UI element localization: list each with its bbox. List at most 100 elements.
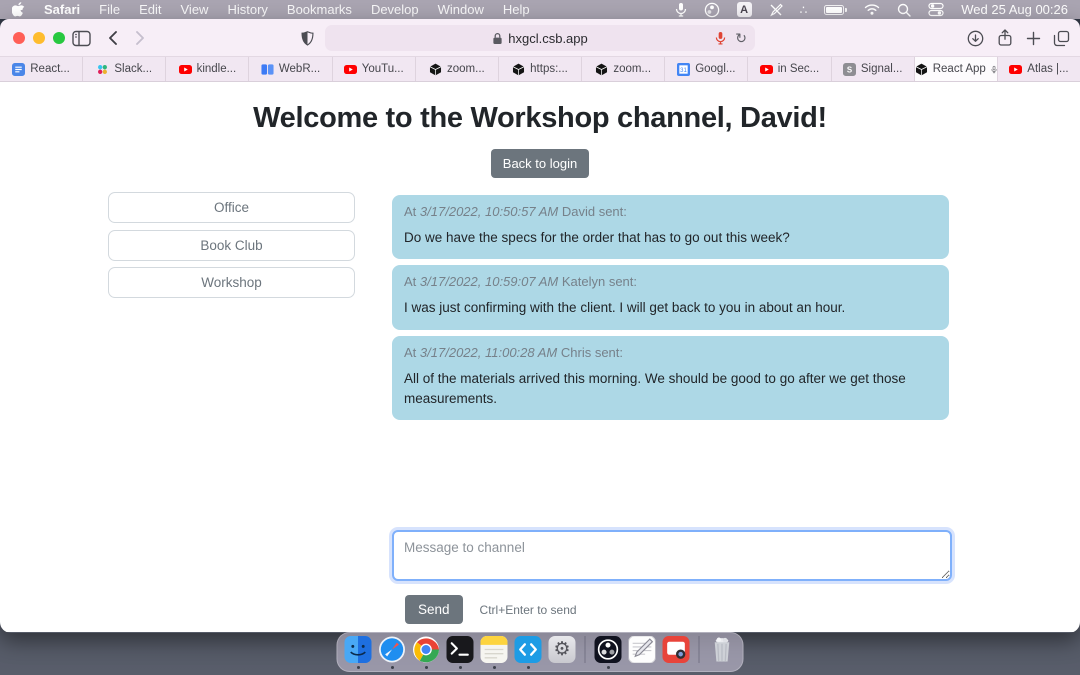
terminal-icon[interactable] (447, 636, 474, 663)
codesandbox-icon (915, 63, 928, 76)
send-hint: Ctrl+Enter to send (480, 603, 577, 617)
channel-button-office[interactable]: Office (108, 192, 355, 223)
chrome-icon[interactable] (413, 636, 440, 663)
page-title: Welcome to the Workshop channel, David! (0, 102, 1080, 135)
message-input[interactable] (392, 530, 952, 581)
svg-text:S: S (847, 65, 852, 74)
codesandbox-icon (595, 63, 608, 76)
forward-button[interactable] (129, 28, 151, 48)
document-icon (12, 63, 25, 76)
new-tab-icon[interactable] (1022, 28, 1044, 48)
downloads-icon[interactable] (964, 28, 986, 48)
zoom-window-button[interactable] (53, 32, 65, 44)
finder-icon[interactable] (345, 636, 372, 663)
wifi-icon[interactable] (864, 2, 880, 18)
screen-recorder-icon[interactable] (663, 636, 690, 663)
message-card: At 3/17/2022, 11:00:28 AM Chris sent: Al… (392, 336, 949, 421)
tab-zoom-1[interactable]: zoom... (416, 57, 499, 81)
tab-kindle[interactable]: kindle... (166, 57, 249, 81)
youtube-icon (344, 63, 357, 76)
tab-react[interactable]: React... (0, 57, 83, 81)
screen: Safari File Edit View History Bookmarks … (0, 0, 1080, 675)
back-to-login-button[interactable]: Back to login (491, 149, 589, 178)
tab-slack[interactable]: Slack... (83, 57, 166, 81)
address-bar[interactable]: hxgcl.csb.app ↻ (325, 25, 755, 51)
tab-zoom-2[interactable]: zoom... (582, 57, 665, 81)
channel-button-workshop[interactable]: Workshop (108, 267, 355, 298)
trackpad-gesture-icon[interactable]: ∴ (800, 2, 808, 18)
message-sender: David sent: (562, 204, 627, 219)
menu-safari[interactable]: Safari (44, 2, 80, 17)
message-meta: At 3/17/2022, 10:50:57 AM David sent: (404, 204, 937, 219)
message-text: Do we have the specs for the order that … (404, 228, 937, 248)
notes-icon[interactable] (481, 636, 508, 663)
system-settings-icon[interactable]: ⚙ (549, 636, 576, 663)
menu-view[interactable]: View (181, 2, 209, 17)
channel-button-book-club[interactable]: Book Club (108, 230, 355, 261)
share-icon[interactable] (994, 28, 1016, 48)
tab-bar: React... Slack... kindle... WebR... YouT… (0, 57, 1080, 82)
tab-webrtc[interactable]: WebR... (249, 57, 332, 81)
message-card: At 3/17/2022, 10:50:57 AM David sent: Do… (392, 195, 949, 259)
menu-file[interactable]: File (99, 2, 120, 17)
tab-overview-icon[interactable] (1050, 28, 1072, 48)
close-window-button[interactable] (13, 32, 25, 44)
tab-in-sec[interactable]: in Sec... (748, 57, 831, 81)
message-timestamp: 3/17/2022, 11:00:28 AM (420, 345, 557, 360)
menu-history[interactable]: History (227, 2, 267, 17)
browser-toolbar: hxgcl.csb.app ↻ (0, 19, 1080, 57)
tab-google-calendar[interactable]: 31 Googl... (665, 57, 748, 81)
battery-icon[interactable] (824, 5, 847, 15)
google-calendar-icon: 31 (677, 63, 690, 76)
page-content: Welcome to the Workshop channel, David! … (0, 82, 1080, 632)
message-card: At 3/17/2022, 10:59:07 AM Katelyn sent: … (392, 265, 949, 329)
tab-youtube[interactable]: YouTu... (333, 57, 416, 81)
minimize-window-button[interactable] (33, 32, 45, 44)
message-text: All of the materials arrived this mornin… (404, 369, 937, 410)
apple-logo-icon[interactable] (12, 2, 25, 18)
textedit-icon[interactable] (629, 636, 656, 663)
message-sender: Katelyn sent: (562, 274, 637, 289)
reload-icon[interactable]: ↻ (735, 31, 747, 45)
composer (392, 530, 952, 586)
vscode-icon[interactable] (515, 636, 542, 663)
svg-text:31: 31 (680, 68, 687, 74)
back-button[interactable] (101, 28, 123, 48)
trash-icon[interactable] (709, 636, 736, 663)
sidebar-toggle-icon[interactable] (70, 28, 92, 48)
obs-status-icon[interactable] (704, 2, 720, 18)
dock: ⚙ (337, 632, 744, 672)
youtube-icon (179, 63, 192, 76)
lock-icon (492, 32, 503, 45)
url-text: hxgcl.csb.app (508, 31, 588, 46)
page-microphone-icon[interactable] (715, 31, 726, 45)
menu-develop[interactable]: Develop (371, 2, 419, 17)
message-sender: Chris sent: (561, 345, 623, 360)
sidecar-disabled-icon[interactable] (769, 2, 783, 18)
safari-icon[interactable] (379, 636, 406, 663)
menu-bar: Safari File Edit View History Bookmarks … (0, 0, 1080, 19)
menu-edit[interactable]: Edit (139, 2, 161, 17)
control-center-icon[interactable] (928, 2, 944, 18)
menu-bookmarks[interactable]: Bookmarks (287, 2, 352, 17)
spotlight-search-icon[interactable] (897, 2, 911, 18)
send-button[interactable]: Send (405, 595, 463, 624)
tab-microphone-icon (991, 63, 997, 76)
tab-signal[interactable]: S Signal... (832, 57, 915, 81)
privacy-shield-icon[interactable] (296, 28, 318, 48)
menu-window[interactable]: Window (438, 2, 484, 17)
youtube-icon (1009, 63, 1022, 76)
message-meta: At 3/17/2022, 11:00:28 AM Chris sent: (404, 345, 937, 360)
tab-atlas[interactable]: Atlas |... (998, 57, 1080, 81)
slack-icon (96, 63, 109, 76)
window-controls (13, 32, 65, 44)
dock-separator (699, 636, 700, 663)
tab-react-app-active[interactable]: React App (915, 57, 998, 81)
menu-bar-clock[interactable]: Wed 25 Aug 00:26 (961, 2, 1068, 17)
input-source-icon[interactable]: A (737, 2, 752, 17)
obs-icon[interactable] (595, 636, 622, 663)
book-icon (261, 63, 274, 76)
microphone-status-icon[interactable] (675, 2, 687, 18)
tab-https[interactable]: https:... (499, 57, 582, 81)
menu-help[interactable]: Help (503, 2, 530, 17)
